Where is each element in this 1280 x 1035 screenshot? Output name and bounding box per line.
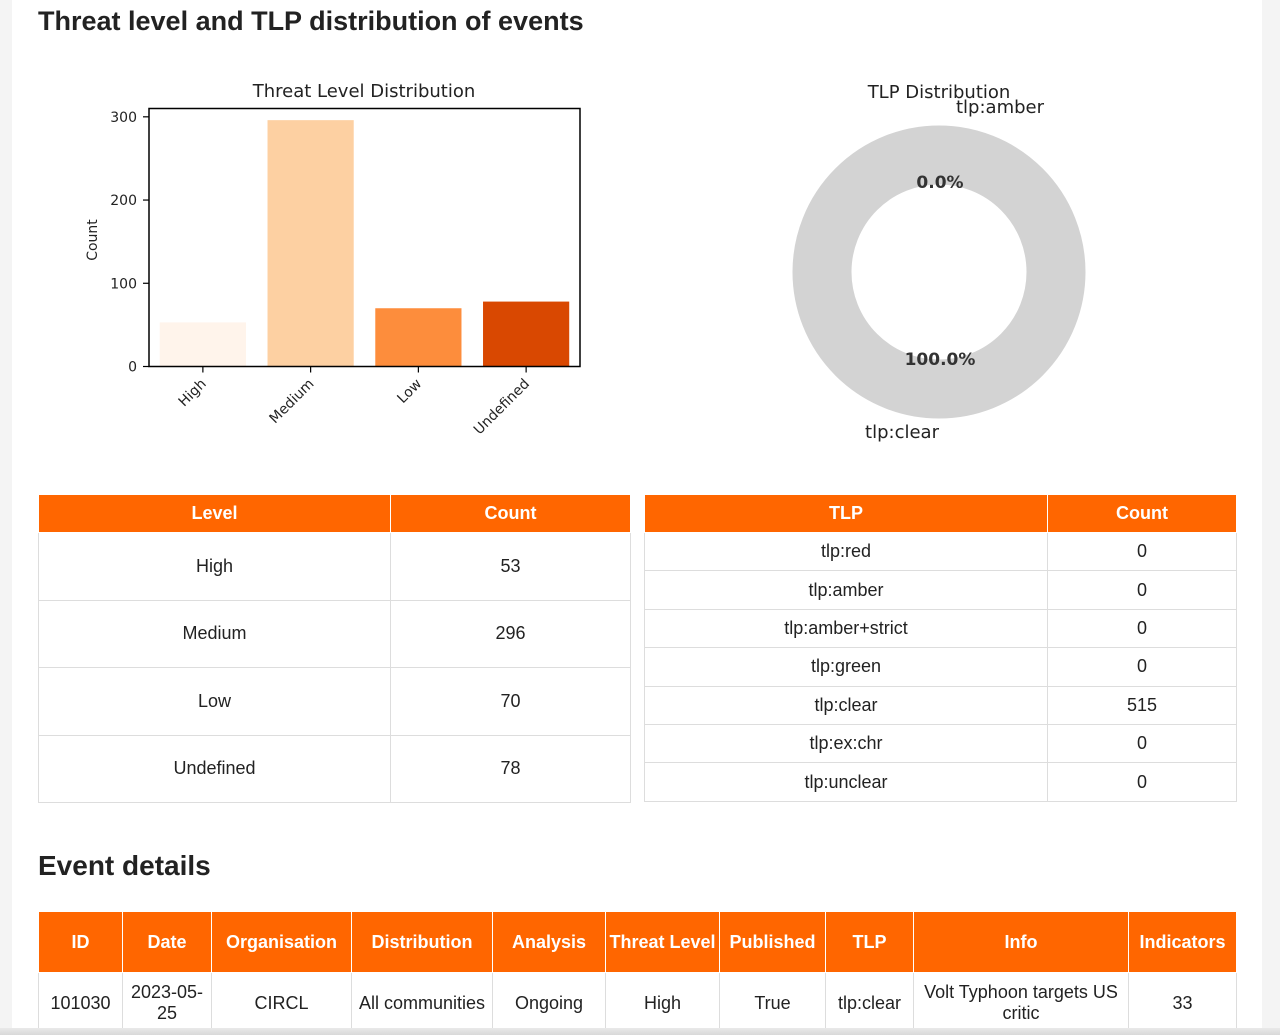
tlp-table-cell: tlp:amber <box>644 570 1048 610</box>
events-table-header-distribution: Distribution <box>351 911 493 973</box>
table-row: tlp:ex:chr 0 <box>644 723 1237 764</box>
table-row: tlp:unclear 0 <box>644 762 1237 802</box>
table-row: Undefined 78 <box>38 734 631 803</box>
tlp-table-cell: tlp:ex:chr <box>644 723 1048 764</box>
bar-medium <box>267 120 354 367</box>
table-row: tlp:green 0 <box>644 647 1237 687</box>
tlp-table-cell: tlp:clear <box>644 685 1048 725</box>
events-table-cell: tlp:clear <box>825 972 914 1034</box>
donut-outer-label-bottom: tlp:clear <box>865 422 940 443</box>
report-page: Threat level and TLP distribution of eve… <box>12 0 1262 1035</box>
level-table-cell: High <box>38 532 391 601</box>
charts-canvas: Threat Level Distribution Count 0 100 200 3… <box>85 81 1086 443</box>
level-table-cell: 53 <box>390 532 631 601</box>
donut-pct-label-bottom: 100.0% <box>905 350 976 370</box>
events-table-header-info: Info <box>913 911 1129 973</box>
table-row: tlp:red 0 <box>644 531 1237 572</box>
bar-high <box>159 322 246 367</box>
x-tick-label-low: Low <box>394 376 425 407</box>
table-row: tlp:amber+strict 0 <box>644 608 1237 649</box>
events-table-cell: 101030 <box>38 972 123 1034</box>
events-title: Event details <box>38 850 211 881</box>
tlp-table-cell: 0 <box>1047 723 1237 764</box>
events-table-header-threat-level: Threat Level <box>605 911 720 973</box>
level-table-cell: 296 <box>390 599 631 668</box>
y-tick-label: 200 <box>110 193 137 209</box>
events-table-header-organisation: Organisation <box>211 911 352 973</box>
table-row: High 53 <box>38 532 631 601</box>
bar-chart-ylabel: Count <box>85 219 101 261</box>
events-table-cell: True <box>719 972 826 1034</box>
events-table-cell: CIRCL <box>211 972 352 1034</box>
events-table-cell: Volt Typhoon targets US critic <box>913 972 1129 1034</box>
events-table: ID Date Organisation Distribution Analysis Th… <box>38 911 1237 1034</box>
y-tick-label: 0 <box>128 360 137 376</box>
level-table-cell: Low <box>38 667 391 736</box>
events-table-header-indicators: Indicators <box>1128 911 1237 973</box>
tlp-table-cell: 0 <box>1047 762 1237 802</box>
events-table-header-tlp: TLP <box>825 911 914 973</box>
x-tick-label-medium: Medium <box>267 376 318 427</box>
level-table-header-count: Count <box>390 494 631 533</box>
threat-level-bar-chart: Threat Level Distribution Count 0 100 200 3… <box>85 81 581 438</box>
tlp-table-cell: 0 <box>1047 647 1237 687</box>
tlp-table-cell: 0 <box>1047 531 1237 572</box>
bar-chart-title: Threat Level Distribution <box>252 81 476 102</box>
level-table-header-level: Level <box>38 494 391 533</box>
bar-undefined <box>483 301 570 367</box>
events-table-cell: Ongoing <box>492 972 606 1034</box>
tlp-table: TLP Count tlp:red 0 tlp:amber 0 tlp:amber+str… <box>644 494 1237 802</box>
y-tick-label: 100 <box>110 276 137 292</box>
events-table-cell: All communities <box>351 972 493 1034</box>
tlp-table-cell: 0 <box>1047 570 1237 610</box>
events-table-cell: 33 <box>1128 972 1237 1034</box>
table-row: tlp:clear 515 <box>644 685 1237 725</box>
events-table-header-analysis: Analysis <box>492 911 606 973</box>
table-row: tlp:amber 0 <box>644 570 1237 610</box>
table-row: Medium 296 <box>38 599 631 668</box>
events-table-cell: High <box>605 972 720 1034</box>
level-table-cell: Medium <box>38 599 391 668</box>
tlp-table-cell: tlp:unclear <box>644 762 1048 802</box>
table-row: Low 70 <box>38 667 631 736</box>
tlp-table-cell: 515 <box>1047 685 1237 725</box>
tlp-table-cell: tlp:red <box>644 531 1048 572</box>
x-tick-label-high: High <box>176 376 210 410</box>
donut-pct-label-top: 0.0% <box>916 173 963 193</box>
tlp-table-cell: tlp:green <box>644 647 1048 687</box>
tlp-table-header-tlp: TLP <box>644 494 1048 533</box>
donut-outer-label-top: tlp:amber <box>956 97 1045 118</box>
events-table-header-id: ID <box>38 911 123 973</box>
tlp-table-cell: 0 <box>1047 608 1237 649</box>
scroll-edge <box>0 1028 1280 1035</box>
bar-low <box>375 308 462 367</box>
events-table-cell: 2023-05-25 <box>122 972 212 1034</box>
events-table-header-date: Date <box>122 911 212 973</box>
level-table-cell: 78 <box>390 734 631 803</box>
threat-level-table: Level Count High 53 Medium 296 Low 70 Undefined… <box>38 494 631 803</box>
table-row: 101030 2023-05-25 CIRCL All communities Ongo… <box>38 972 1237 1034</box>
level-table-cell: Undefined <box>38 734 391 803</box>
x-tick-label-undefined: Undefined <box>471 376 533 438</box>
y-tick-label: 300 <box>110 110 137 126</box>
tlp-table-header-count: Count <box>1047 494 1237 533</box>
level-table-cell: 70 <box>390 667 631 736</box>
tlp-donut-chart: TLP Distribution tlp:amber tlp:clear 0.0… <box>792 82 1086 443</box>
events-table-header-published: Published <box>719 911 826 973</box>
tlp-table-cell: tlp:amber+strict <box>644 608 1048 649</box>
